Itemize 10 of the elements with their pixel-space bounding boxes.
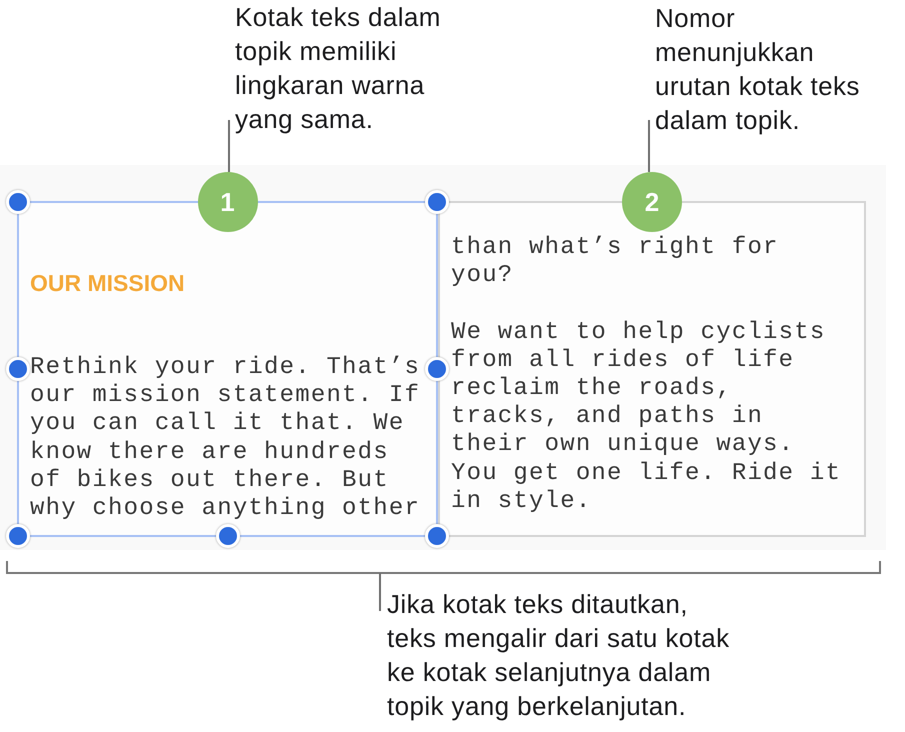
leader-line [228,120,230,172]
paragraph: Rethink your ride. That’s our mission statement. If you can call it that. We know there are hundreds of bikes out there. But why choose anything other [30,354,422,524]
callout-text: Nomor menunjukkan urutan kotak teks dalam topik. [655,2,860,137]
leader-line [648,120,650,172]
heading: OUR MISSION [30,269,185,297]
callout-text: Jika kotak teks ditautkan, teks mengalir dari satu kotak ke kotak selanjutnya dalam topik yang berkelanjutan. [387,588,730,723]
leader-line [379,573,381,611]
paragraph: We want to help cyclists from all rides of life reclaim the roads, tracks, and paths in their own unique ways. You get one life. Ride it in style. [451,318,842,516]
paragraph: than what’s right for you? [451,234,780,290]
callout-text: Kotak teks dalam topik memiliki lingkaran warna yang sama. [235,1,441,136]
